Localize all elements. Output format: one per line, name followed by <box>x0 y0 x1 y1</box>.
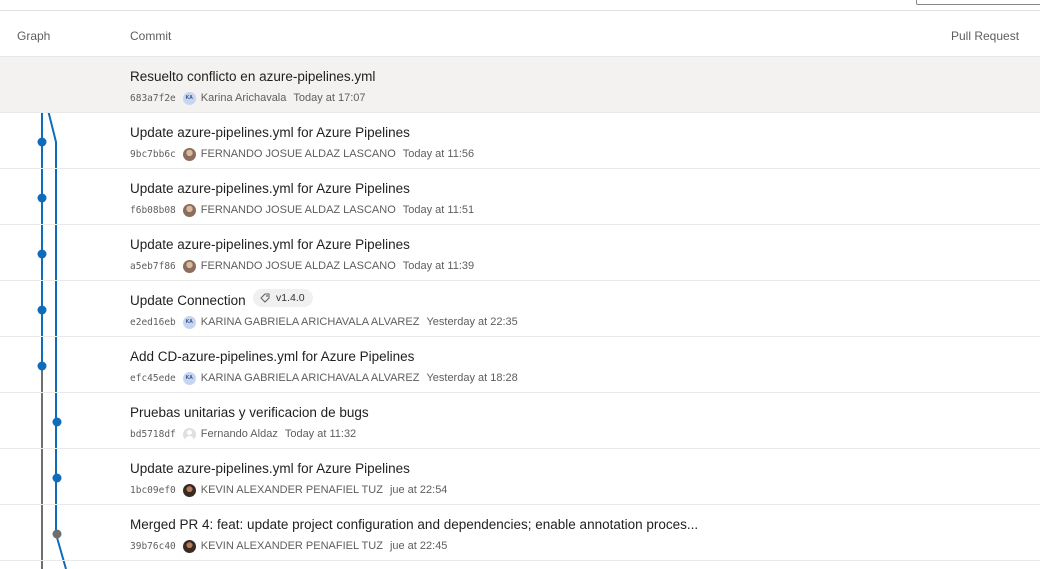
commit-hash[interactable]: 39b76c40 <box>130 541 176 552</box>
commit-title[interactable]: Resuelto conflicto en azure-pipelines.ym… <box>130 69 375 84</box>
commit-hash[interactable]: e2ed16eb <box>130 317 176 328</box>
commit-date: Today at 11:39 <box>402 260 475 272</box>
commit-title[interactable]: Pruebas unitarias y verificacion de bugs <box>130 405 369 420</box>
avatar <box>182 427 196 441</box>
commit-row[interactable]: Resuelto conflicto en azure-pipelines.ym… <box>0 57 1040 113</box>
commit-row[interactable]: Update Connection v1.4.0 e2ed16eb KA KAR… <box>0 281 1040 337</box>
top-dropdown-control[interactable] <box>916 0 1040 5</box>
avatar: KA <box>182 371 196 385</box>
commit-meta: a5eb7f86 FERNANDO JOSUE ALDAZ LASCANO To… <box>130 258 474 274</box>
commit-meta: e2ed16eb KA KARINA GABRIELA ARICHAVALA A… <box>130 314 518 330</box>
commit-title[interactable]: Update azure-pipelines.yml for Azure Pip… <box>130 125 410 140</box>
commit-hash[interactable]: 9bc7bb6c <box>130 149 176 160</box>
commit-title[interactable]: Add CD-azure-pipelines.yml for Azure Pip… <box>130 349 414 364</box>
commit-author: Karina Arichavala <box>200 92 287 104</box>
commit-title[interactable]: Update azure-pipelines.yml for Azure Pip… <box>130 181 410 196</box>
commit-date: Today at 17:07 <box>293 92 366 104</box>
commit-hash[interactable]: 683a7f2e <box>130 93 176 104</box>
commit-row[interactable]: Update azure-pipelines.yml for Azure Pip… <box>0 113 1040 169</box>
commit-author: KARINA GABRIELA ARICHAVALA ALVAREZ <box>200 372 420 384</box>
commit-author: Fernando Aldaz <box>200 428 278 440</box>
commit-hash[interactable]: 1bc09ef0 <box>130 485 176 496</box>
commit-hash[interactable]: bd5718df <box>130 429 176 440</box>
commit-author: FERNANDO JOSUE ALDAZ LASCANO <box>200 148 396 160</box>
column-header-commit: Commit <box>130 29 172 43</box>
commit-meta: 683a7f2e KA Karina Arichavala Today at 1… <box>130 90 366 106</box>
commit-row[interactable]: Update azure-pipelines.yml for Azure Pip… <box>0 225 1040 281</box>
commit-meta: bd5718df Fernando Aldaz Today at 11:32 <box>130 426 356 442</box>
tag-icon <box>260 293 270 303</box>
commit-date: Yesterday at 22:35 <box>426 316 518 328</box>
commit-date: Today at 11:56 <box>402 148 475 160</box>
column-header-graph: Graph <box>17 29 51 43</box>
top-toolbar-strip <box>0 0 1040 11</box>
commit-meta: efc45ede KA KARINA GABRIELA ARICHAVALA A… <box>130 370 518 386</box>
avatar: KA <box>182 91 196 105</box>
commit-title[interactable]: Update azure-pipelines.yml for Azure Pip… <box>130 237 410 252</box>
commit-hash[interactable]: f6b08b08 <box>130 205 176 216</box>
avatar: KA <box>182 315 196 329</box>
commit-date: Today at 11:51 <box>402 204 475 216</box>
column-header-pull-request: Pull Request <box>951 29 1020 43</box>
commit-title[interactable]: Merged PR 4: feat: update project config… <box>130 517 698 532</box>
commit-list: Resuelto conflicto en azure-pipelines.ym… <box>0 57 1040 561</box>
avatar <box>182 539 196 553</box>
commit-row[interactable]: Update azure-pipelines.yml for Azure Pip… <box>0 449 1040 505</box>
commit-date: Yesterday at 18:28 <box>426 372 518 384</box>
commit-meta: 9bc7bb6c FERNANDO JOSUE ALDAZ LASCANO To… <box>130 146 474 162</box>
avatar <box>182 483 196 497</box>
commit-row[interactable]: Update azure-pipelines.yml for Azure Pip… <box>0 169 1040 225</box>
commit-hash[interactable]: a5eb7f86 <box>130 261 176 272</box>
commit-date: jue at 22:54 <box>389 484 448 496</box>
commit-author: KARINA GABRIELA ARICHAVALA ALVAREZ <box>200 316 420 328</box>
commit-row[interactable]: Add CD-azure-pipelines.yml for Azure Pip… <box>0 337 1040 393</box>
commit-date: jue at 22:45 <box>389 540 448 552</box>
commit-author: KEVIN ALEXANDER PENAFIEL TUZ <box>200 484 383 496</box>
commit-meta: f6b08b08 FERNANDO JOSUE ALDAZ LASCANO To… <box>130 202 474 218</box>
commit-row[interactable]: Merged PR 4: feat: update project config… <box>0 505 1040 561</box>
commit-author: FERNANDO JOSUE ALDAZ LASCANO <box>200 260 396 272</box>
avatar <box>182 147 196 161</box>
tag-label: v1.4.0 <box>276 292 305 304</box>
commit-author: KEVIN ALEXANDER PENAFIEL TUZ <box>200 540 383 552</box>
avatar <box>182 259 196 273</box>
commit-hash[interactable]: efc45ede <box>130 373 176 384</box>
avatar <box>182 203 196 217</box>
commit-title[interactable]: Update azure-pipelines.yml for Azure Pip… <box>130 461 410 476</box>
commit-meta: 39b76c40 KEVIN ALEXANDER PENAFIEL TUZ ju… <box>130 538 447 554</box>
commit-author: FERNANDO JOSUE ALDAZ LASCANO <box>200 204 396 216</box>
commit-list-header: Graph Commit Pull Request <box>0 15 1040 57</box>
commit-title[interactable]: Update Connection <box>130 293 246 308</box>
commit-meta: 1bc09ef0 KEVIN ALEXANDER PENAFIEL TUZ ju… <box>130 482 447 498</box>
commit-date: Today at 11:32 <box>284 428 357 440</box>
tag-badge[interactable]: v1.4.0 <box>253 289 313 307</box>
commit-row[interactable]: Pruebas unitarias y verificacion de bugs… <box>0 393 1040 449</box>
